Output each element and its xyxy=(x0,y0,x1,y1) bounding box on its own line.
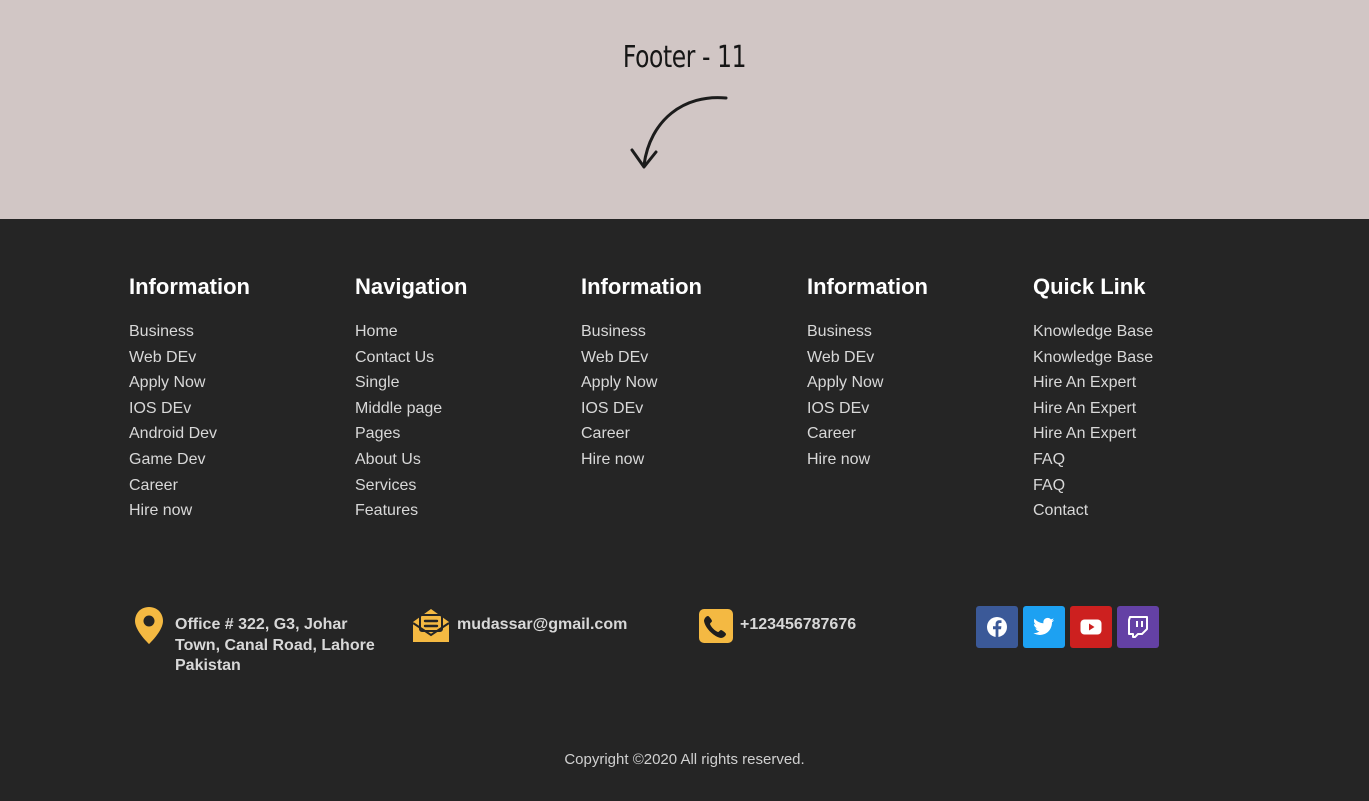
footer-link-contact[interactable]: Contact xyxy=(1033,498,1253,524)
footer-link-apply-now[interactable]: Apply Now xyxy=(581,370,801,396)
footer-link-apply-now[interactable]: Apply Now xyxy=(807,370,1027,396)
link-list: Knowledge Base Knowledge Base Hire An Ex… xyxy=(1033,319,1253,524)
footer: Information Business Web DEv Apply Now I… xyxy=(0,219,1369,801)
copyright-text: Copyright ©2020 All rights reserved. xyxy=(564,751,805,768)
social-links xyxy=(976,606,1159,648)
footer-link-apply-now[interactable]: Apply Now xyxy=(129,370,349,396)
footer-link-about-us[interactable]: About Us xyxy=(355,447,575,473)
footer-link-android-dev[interactable]: Android Dev xyxy=(129,421,349,447)
footer-link-middle-page[interactable]: Middle page xyxy=(355,396,575,422)
link-list: Business Web DEv Apply Now IOS DEv Andro… xyxy=(129,319,349,524)
column-title: Information xyxy=(129,274,250,299)
address-text: Office # 322, G3, Johar Town, Canal Road… xyxy=(175,616,375,674)
footer-link-business[interactable]: Business xyxy=(129,319,349,345)
footer-link-faq[interactable]: FAQ xyxy=(1033,473,1253,499)
footer-link-faq[interactable]: FAQ xyxy=(1033,447,1253,473)
footer-column-information-3: Information Business Web DEv Apply Now I… xyxy=(807,272,1027,473)
footer-column-information-2: Information Business Web DEv Apply Now I… xyxy=(581,272,801,473)
phone-text: +123456787676 xyxy=(740,616,857,633)
contact-phone[interactable]: +123456787676 xyxy=(696,606,856,646)
contact-email[interactable]: mudassar@gmail.com xyxy=(411,606,627,646)
facebook-button[interactable] xyxy=(976,606,1018,648)
page-title: Footer - 11 xyxy=(622,40,747,75)
link-list: Business Web DEv Apply Now IOS DEv Caree… xyxy=(807,319,1027,473)
footer-link-game-dev[interactable]: Game Dev xyxy=(129,447,349,473)
footer-link-contact-us[interactable]: Contact Us xyxy=(355,345,575,371)
footer-link-web-dev[interactable]: Web DEv xyxy=(581,345,801,371)
footer-link-hire-an-expert[interactable]: Hire An Expert xyxy=(1033,421,1253,447)
curved-arrow-icon xyxy=(630,96,728,169)
footer-link-hire-now[interactable]: Hire now xyxy=(129,498,349,524)
contact-address: Office # 322, G3, Johar Town, Canal Road… xyxy=(129,606,385,677)
column-title: Quick Link xyxy=(1033,274,1146,299)
hero-section: Footer - 11 xyxy=(0,0,1369,219)
footer-link-business[interactable]: Business xyxy=(581,319,801,345)
youtube-button[interactable] xyxy=(1070,606,1112,648)
footer-link-single[interactable]: Single xyxy=(355,370,575,396)
footer-link-web-dev[interactable]: Web DEv xyxy=(129,345,349,371)
twitch-button[interactable] xyxy=(1117,606,1159,648)
column-title: Information xyxy=(807,274,928,299)
footer-link-hire-now[interactable]: Hire now xyxy=(581,447,801,473)
link-list: Business Web DEv Apply Now IOS DEv Caree… xyxy=(581,319,801,473)
column-title: Information xyxy=(581,274,702,299)
footer-link-ios-dev[interactable]: IOS DEv xyxy=(129,396,349,422)
footer-link-ios-dev[interactable]: IOS DEv xyxy=(807,396,1027,422)
footer-link-web-dev[interactable]: Web DEv xyxy=(807,345,1027,371)
map-pin-icon xyxy=(129,606,169,646)
footer-link-hire-an-expert[interactable]: Hire An Expert xyxy=(1033,396,1253,422)
footer-column-quick-link: Quick Link Knowledge Base Knowledge Base… xyxy=(1033,272,1253,524)
phone-icon xyxy=(696,606,736,646)
footer-link-business[interactable]: Business xyxy=(807,319,1027,345)
footer-link-hire-an-expert[interactable]: Hire An Expert xyxy=(1033,370,1253,396)
footer-link-features[interactable]: Features xyxy=(355,498,575,524)
footer-link-hire-now[interactable]: Hire now xyxy=(807,447,1027,473)
footer-link-pages[interactable]: Pages xyxy=(355,421,575,447)
footer-column-navigation: Navigation Home Contact Us Single Middle… xyxy=(355,272,575,524)
email-text: mudassar@gmail.com xyxy=(457,616,628,633)
footer-link-services[interactable]: Services xyxy=(355,473,575,499)
footer-link-knowledge-base[interactable]: Knowledge Base xyxy=(1033,319,1253,345)
twitter-icon xyxy=(1033,617,1055,635)
link-list: Home Contact Us Single Middle page Pages… xyxy=(355,319,575,524)
twitter-button[interactable] xyxy=(1023,606,1065,648)
footer-link-career[interactable]: Career xyxy=(129,473,349,499)
footer-link-career[interactable]: Career xyxy=(807,421,1027,447)
footer-link-career[interactable]: Career xyxy=(581,421,801,447)
footer-link-ios-dev[interactable]: IOS DEv xyxy=(581,396,801,422)
twitch-icon xyxy=(1128,616,1148,638)
column-title: Navigation xyxy=(355,274,468,299)
facebook-icon xyxy=(987,617,1007,637)
youtube-icon xyxy=(1080,619,1102,635)
footer-column-information-1: Information Business Web DEv Apply Now I… xyxy=(129,272,349,524)
footer-link-home[interactable]: Home xyxy=(355,319,575,345)
mail-icon xyxy=(411,606,451,646)
footer-link-knowledge-base[interactable]: Knowledge Base xyxy=(1033,345,1253,371)
